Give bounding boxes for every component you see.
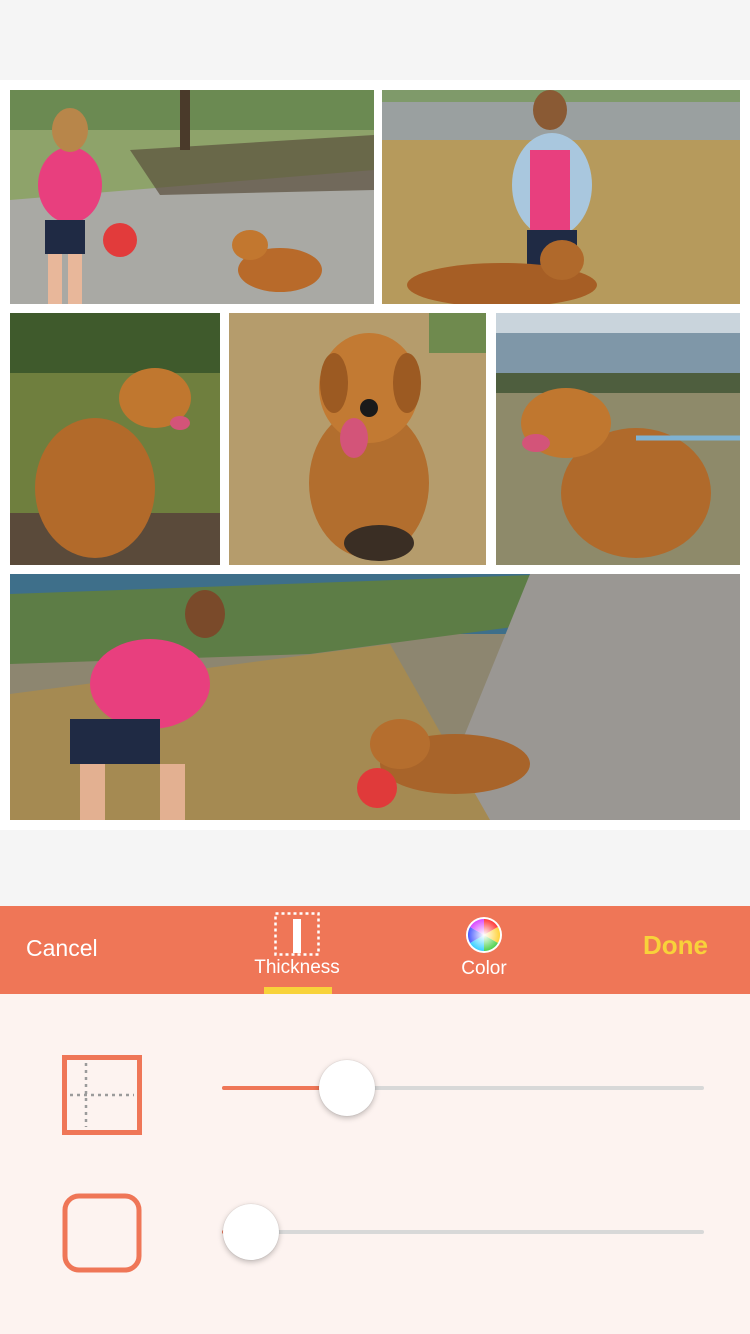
- collage-photo-6[interactable]: [10, 574, 740, 820]
- collage-photo-4[interactable]: [229, 313, 486, 565]
- photo-woman-dog-ball-path: [10, 574, 740, 820]
- corner-radius-track: [222, 1230, 704, 1234]
- corner-radius-icon: [62, 1193, 142, 1273]
- thickness-icon: [274, 912, 320, 956]
- cancel-button[interactable]: Cancel: [26, 906, 98, 994]
- color-wheel-icon: [466, 917, 502, 953]
- tab-thickness[interactable]: Thickness: [246, 906, 348, 994]
- photo-dog-sitting-profile: [10, 313, 220, 565]
- collage-photo-3[interactable]: [10, 313, 220, 565]
- corner-radius-slider[interactable]: [222, 1202, 704, 1262]
- corner-radius-thumb[interactable]: [222, 1204, 279, 1260]
- inner-spacing-slider[interactable]: [222, 1058, 704, 1118]
- collage-photo-2[interactable]: [382, 90, 740, 304]
- collage-canvas: [0, 80, 750, 830]
- tab-color-label: Color: [461, 958, 507, 979]
- controls-panel: [0, 994, 750, 1334]
- collage-photo-5[interactable]: [496, 313, 740, 565]
- toolbar: Cancel Thickness Color Done: [0, 906, 750, 994]
- done-button[interactable]: Done: [643, 906, 708, 994]
- photo-dog-on-leash-shore: [496, 313, 740, 565]
- inner-spacing-thumb[interactable]: [319, 1060, 376, 1116]
- collage-photo-1[interactable]: [10, 90, 374, 304]
- photo-woman-denim-shirt-dog: [382, 90, 740, 304]
- inner-spacing-icon: [62, 1055, 142, 1135]
- tab-thickness-label: Thickness: [254, 957, 340, 978]
- photo-dog-sitting-front: [229, 313, 486, 565]
- photo-woman-pink-shirt-ball-dog: [10, 90, 374, 304]
- tab-color[interactable]: Color: [440, 906, 528, 994]
- selected-tab-indicator: [264, 987, 332, 994]
